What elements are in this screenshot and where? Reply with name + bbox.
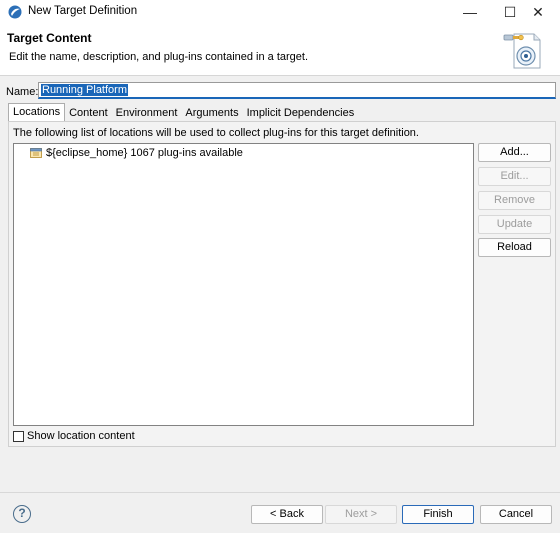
name-label: Name: [6,86,39,98]
list-item[interactable]: ${eclipse_home} 1067 plug-ins available [30,147,243,159]
cancel-button[interactable]: Cancel [480,505,552,524]
target-definition-wizard-icon [503,33,541,69]
show-location-content-option[interactable]: Show location content [13,430,135,442]
tab-locations[interactable]: Locations [8,103,66,122]
locations-panel: The following list of locations will be … [8,121,556,447]
help-button[interactable]: ? [13,505,31,523]
title-bar: New Target Definition — ☐ ✕ [0,0,560,24]
tab-environment[interactable]: Environment [112,104,182,122]
locations-list[interactable]: ${eclipse_home} 1067 plug-ins available [13,143,474,426]
tab-content[interactable]: Content [65,104,112,122]
name-input-value: Running Platform [41,84,128,96]
close-button[interactable]: ✕ [516,0,560,24]
update-button[interactable]: Update [478,215,551,234]
show-location-content-label: Show location content [27,430,135,442]
add-button[interactable]: Add... [478,143,551,162]
footer-divider [0,492,560,493]
tab-implicit-dependencies[interactable]: Implicit Dependencies [243,104,359,122]
next-button[interactable]: Next > [325,505,397,524]
page-description: Edit the name, description, and plug-ins… [9,51,309,63]
location-label: ${eclipse_home} 1067 plug-ins available [46,147,243,159]
minimize-button[interactable]: — [448,0,492,24]
edit-button[interactable]: Edit... [478,167,551,186]
show-location-content-checkbox[interactable] [13,430,24,442]
name-input[interactable]: Running Platform [38,82,556,99]
eclipse-app-icon [8,5,22,19]
wizard-header: Target Content Edit the name, descriptio… [0,24,560,76]
installation-folder-icon [30,148,42,158]
back-button[interactable]: < Back [251,505,323,524]
tab-arguments[interactable]: Arguments [181,104,242,122]
locations-description: The following list of locations will be … [13,127,419,139]
reload-button[interactable]: Reload [478,238,551,257]
window-title: New Target Definition [28,5,138,17]
tab-bar: Locations Content Environment Arguments … [8,103,359,122]
remove-button[interactable]: Remove [478,191,551,210]
finish-button[interactable]: Finish [402,505,474,524]
page-title: Target Content [7,31,92,45]
